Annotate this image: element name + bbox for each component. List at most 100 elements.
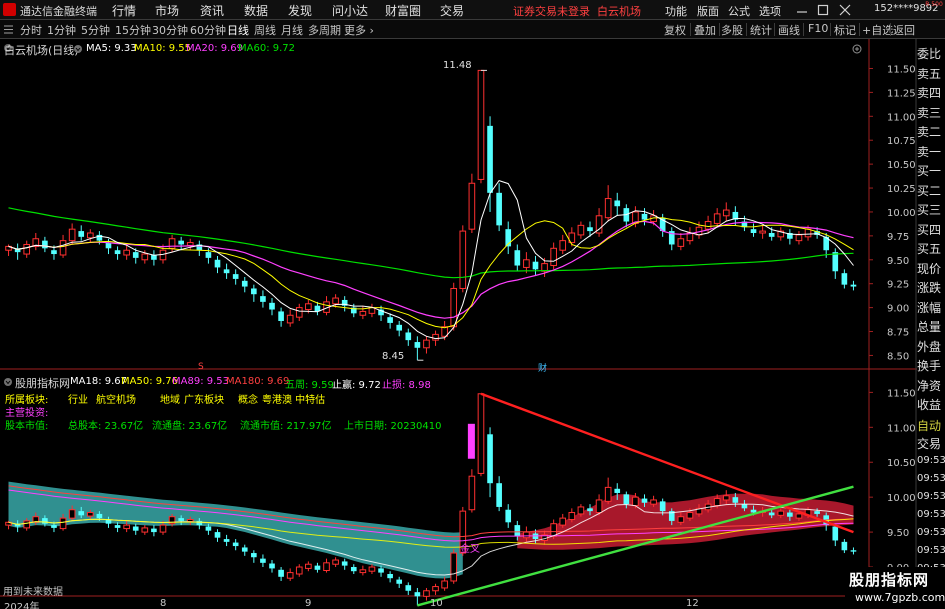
future-data-note: 用到未来数据	[3, 587, 63, 598]
sidebar-buy2[interactable]: 买二	[917, 182, 945, 199]
menu-wenxiaoda[interactable]: 问小达	[332, 2, 368, 19]
btn-duogu[interactable]: 多股	[721, 22, 743, 38]
menu-caifuquan[interactable]: 财富圈	[385, 2, 421, 19]
main-candle-body	[141, 253, 149, 261]
menu-gongneng[interactable]: 功能	[665, 3, 687, 19]
indicator-candle-body	[86, 512, 94, 517]
period-15min[interactable]: 15分钟	[115, 22, 151, 38]
btn-tongji[interactable]: 统计	[750, 22, 772, 38]
ma60-label: MA60: 9.72	[238, 43, 296, 54]
menu-shichang[interactable]: 市场	[155, 2, 179, 19]
menu-faxian[interactable]: 发现	[288, 2, 312, 19]
toolbar-menu-icon[interactable]	[4, 25, 13, 34]
main-candle-body	[423, 339, 430, 349]
indicator-collapse-icon[interactable]	[3, 377, 13, 387]
period-1min[interactable]: 1分钟	[47, 22, 76, 38]
btn-f10[interactable]: F10	[808, 22, 828, 35]
menu-gongshi[interactable]: 公式	[728, 3, 750, 19]
minimize-icon[interactable]	[796, 4, 808, 16]
btn-diejia[interactable]: 叠加	[694, 22, 716, 38]
sidebar-price[interactable]: 现价	[917, 260, 945, 277]
menu-hangqing[interactable]: 行情	[112, 2, 136, 19]
period-60min[interactable]: 60分钟	[190, 22, 226, 38]
period-multi[interactable]: 多周期	[308, 22, 341, 38]
sidebar-auto[interactable]: 自动	[917, 417, 945, 434]
sidebar-buy3[interactable]: 买三	[917, 201, 945, 218]
indicator-candle-body	[323, 562, 330, 572]
sidebar-sell1[interactable]: 卖一	[917, 143, 945, 160]
main-candle-body	[223, 269, 230, 274]
indicator-candle-body	[114, 525, 121, 528]
main-candle-body	[205, 252, 212, 258]
sidebar-time: 09:53	[917, 509, 945, 520]
main-candle-body	[704, 221, 712, 230]
indicator-candle-body	[132, 526, 139, 531]
main-candle-body	[232, 274, 239, 279]
btn-fanhui[interactable]: 返回	[893, 22, 915, 38]
btn-fuquan[interactable]: 复权	[664, 22, 686, 38]
period-daily[interactable]: 日线	[227, 22, 249, 38]
main-candle-body	[151, 255, 157, 260]
period-fenshi[interactable]: 分时	[20, 22, 42, 38]
y-tick-label: 10.75	[887, 136, 916, 147]
maximize-icon[interactable]	[817, 4, 829, 16]
indicator-candle-body	[223, 539, 230, 542]
menu-jiaoyi[interactable]: 交易	[440, 2, 464, 19]
indicator-candle-body	[260, 558, 266, 563]
indicator-panel-title: 股朋指标网	[15, 377, 70, 390]
x-label-sep: 9	[305, 598, 312, 609]
indicator-candle-body	[23, 520, 31, 529]
sidebar-earnings[interactable]: 收益	[917, 396, 945, 413]
sidebar-sell2[interactable]: 卖二	[917, 123, 945, 140]
sidebar-change[interactable]: 涨跌	[917, 279, 945, 296]
sidebar-outer[interactable]: 外盘	[917, 338, 945, 355]
menu-banmian[interactable]: 版面	[697, 3, 719, 19]
main-candle-body	[241, 280, 248, 287]
menu-shuju[interactable]: 数据	[244, 2, 268, 19]
trade-login-warning[interactable]: 证券交易未登录 白云机场	[513, 3, 641, 19]
menu-zixun[interactable]: 资讯	[200, 2, 224, 19]
listing-date: 上市日期: 20230410	[344, 421, 442, 432]
toolbar-divider	[719, 23, 720, 36]
main-candle-body	[23, 243, 31, 255]
sidebar-sell3[interactable]: 卖三	[917, 104, 945, 121]
btn-biaoji[interactable]: 标记	[834, 22, 856, 38]
high-price-label: 11.48	[443, 60, 472, 71]
period-more[interactable]: 更多 ›	[344, 22, 374, 38]
sidebar-change-pct[interactable]: 涨幅	[917, 299, 945, 316]
stop-loss-label: 止损: 8.98	[382, 380, 431, 391]
close-icon[interactable]	[839, 4, 851, 16]
period-monthly[interactable]: 月线	[281, 22, 303, 38]
y-tick-label: 10.00	[887, 493, 916, 504]
menu-xuanxiang[interactable]: 选项	[759, 3, 781, 19]
float-shares: 流通盘: 23.67亿	[152, 421, 228, 432]
zoom-icon[interactable]	[852, 44, 862, 54]
sidebar-weibi[interactable]: 委比	[917, 45, 945, 62]
main-candle-body	[496, 192, 502, 226]
y-tick-label: 9.50	[887, 528, 909, 539]
btn-add-watchlist[interactable]: +自选	[862, 22, 893, 38]
period-weekly[interactable]: 周线	[254, 22, 276, 38]
sidebar-sell5[interactable]: 卖五	[917, 65, 945, 82]
sidebar-turnover[interactable]: 换手	[917, 357, 945, 374]
main-candle-body	[260, 296, 266, 302]
main-candle-body	[305, 303, 312, 311]
indicator-candle-body	[42, 518, 48, 524]
sidebar-net-assets[interactable]: 净资	[917, 377, 945, 394]
period-5min[interactable]: 5分钟	[81, 22, 110, 38]
kline-chart[interactable]: 11.50 11.25 11.00 10.75 10.50 10.25 10.00 9.75 9…	[0, 39, 945, 609]
sidebar-buy4[interactable]: 买四	[917, 221, 945, 238]
chart-area[interactable]: 11.50 11.25 11.00 10.75 10.50 10.25 10.00 9.75 9…	[0, 39, 945, 609]
ma-settings-icon[interactable]	[73, 44, 83, 54]
period-30min[interactable]: 30分钟	[152, 22, 188, 38]
sidebar-buy5[interactable]: 买五	[917, 240, 945, 257]
sidebar-volume[interactable]: 总量	[917, 318, 945, 335]
main-candle-body	[387, 317, 393, 323]
btn-huaxian[interactable]: 画线	[778, 22, 800, 38]
indicator-candle-body	[432, 586, 439, 592]
indicator-candle-body	[123, 524, 130, 530]
take-profit-label: 止赢: 9.72	[332, 380, 381, 391]
sidebar-trade[interactable]: 交易	[917, 435, 945, 452]
sidebar-sell4[interactable]: 卖四	[917, 84, 945, 101]
sidebar-buy1[interactable]: 买一	[917, 162, 945, 179]
